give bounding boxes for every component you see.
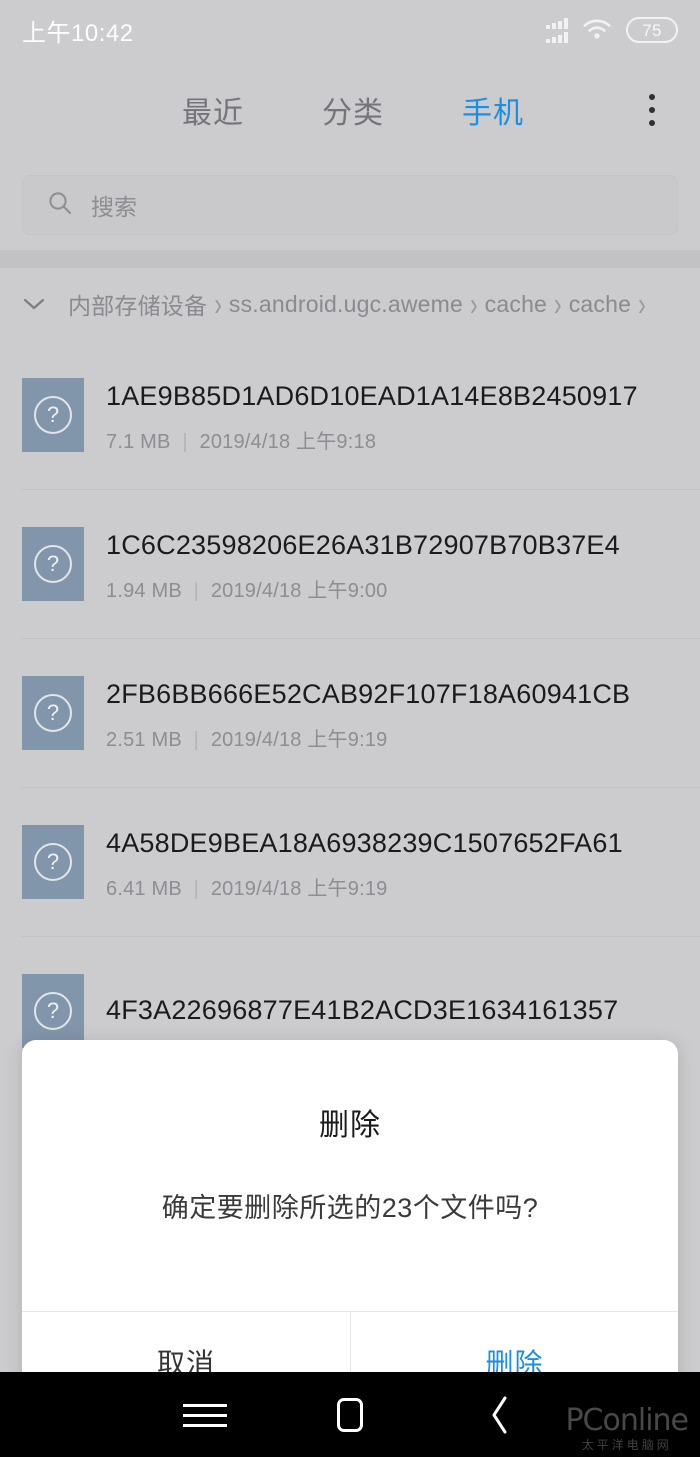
file-size: 2.51 MB xyxy=(106,728,182,751)
watermark-main: PConline xyxy=(565,1403,689,1438)
back-chevron-icon[interactable] xyxy=(470,1390,530,1440)
table-row[interactable]: ? 1AE9B85D1AD6D10EAD1A14E8B2450917 7.1 M… xyxy=(0,340,700,489)
tab-category[interactable]: 分类 xyxy=(322,88,384,132)
file-meta: 7.1 MB | 2019/4/18 上午9:18 xyxy=(106,425,678,454)
dialog-message: 确定要删除所选的23个文件吗? xyxy=(161,1193,539,1223)
search-input[interactable]: 搜索 xyxy=(22,175,678,235)
tab-bar: 最近 分类 手机 xyxy=(0,60,700,160)
section-divider xyxy=(0,250,700,268)
search-icon xyxy=(47,190,73,221)
system-nav-bar: PConline 太平洋电脑网 xyxy=(0,1372,700,1457)
battery-icon: 75 xyxy=(626,17,678,43)
file-name: 2FB6BB666E52CAB92F107F18A60941CB xyxy=(106,678,631,709)
meta-separator: | xyxy=(193,877,200,900)
file-meta: 6.41 MB | 2019/4/18 上午9:19 xyxy=(106,872,678,901)
tab-recent[interactable]: 最近 xyxy=(182,88,244,132)
file-date: 2019/4/18 上午9:19 xyxy=(210,877,388,900)
file-list[interactable]: ? 1AE9B85D1AD6D10EAD1A14E8B2450917 7.1 M… xyxy=(0,340,700,1060)
chevron-down-icon[interactable] xyxy=(14,284,54,324)
watermark-sub: 太平洋电脑网 xyxy=(581,1438,672,1452)
signal-bars-icon xyxy=(546,17,568,43)
meta-separator: | xyxy=(182,430,188,453)
file-size: 1.94 MB xyxy=(106,579,182,602)
file-name: 4A58DE9BEA18A6938239C1507652FA61 xyxy=(106,827,623,858)
battery-level: 75 xyxy=(642,20,662,40)
breadcrumb-item-3[interactable]: cache xyxy=(569,291,631,318)
breadcrumb-separator: › xyxy=(554,284,562,323)
home-icon[interactable] xyxy=(320,1390,380,1440)
file-date: 2019/4/18 上午9:19 xyxy=(210,728,388,751)
unknown-file-icon: ? xyxy=(22,824,84,899)
search-section: 搜索 xyxy=(0,160,700,250)
file-name: 1C6C23598206E26A31B72907B70B37E4 xyxy=(106,529,620,560)
file-meta: 2.51 MB | 2019/4/18 上午9:19 xyxy=(106,723,678,752)
breadcrumb-separator: › xyxy=(470,284,478,323)
watermark: PConline 太平洋电脑网 xyxy=(565,1403,689,1452)
meta-separator: | xyxy=(193,728,200,751)
more-vertical-icon[interactable] xyxy=(634,90,670,130)
phone-screen: 上午10:42 75 最近 分类 手机 搜索 内部存储设备 › ss.andro… xyxy=(0,0,700,1457)
breadcrumb-separator-trailing: › xyxy=(638,284,646,323)
wifi-icon xyxy=(582,19,612,41)
delete-confirm-dialog: 删除 确定要删除所选的23个文件吗? 取消 删除 xyxy=(22,1040,678,1411)
breadcrumb-item-1[interactable]: ss.android.ugc.aweme xyxy=(229,291,463,318)
breadcrumb-separator: › xyxy=(214,284,222,323)
table-row[interactable]: ? 2FB6BB666E52CAB92F107F18A60941CB 2.51 … xyxy=(0,638,700,787)
unknown-file-icon: ? xyxy=(22,973,84,1048)
status-bar: 上午10:42 75 xyxy=(0,0,700,60)
table-row[interactable]: ? 4A58DE9BEA18A6938239C1507652FA61 6.41 … xyxy=(0,787,700,936)
unknown-file-icon: ? xyxy=(22,675,84,750)
file-date: 2019/4/18 上午9:18 xyxy=(199,430,377,453)
dialog-title: 删除 xyxy=(319,1109,381,1142)
unknown-file-icon: ? xyxy=(22,377,84,452)
status-icons: 75 xyxy=(546,17,678,43)
breadcrumb-item-0[interactable]: 内部存储设备 xyxy=(68,287,207,321)
file-size: 7.1 MB xyxy=(106,430,171,453)
file-name: 1AE9B85D1AD6D10EAD1A14E8B2450917 xyxy=(106,380,638,411)
file-size: 6.41 MB xyxy=(106,877,182,900)
breadcrumb: 内部存储设备 › ss.android.ugc.aweme › cache › … xyxy=(0,268,700,340)
tab-phone[interactable]: 手机 xyxy=(462,88,524,132)
meta-separator: | xyxy=(193,579,200,602)
file-meta: 1.94 MB | 2019/4/18 上午9:00 xyxy=(106,574,678,603)
status-time: 上午10:42 xyxy=(22,19,134,47)
breadcrumb-item-2[interactable]: cache xyxy=(485,291,547,318)
search-placeholder: 搜索 xyxy=(91,194,137,220)
menu-icon[interactable] xyxy=(175,1390,235,1440)
file-date: 2019/4/18 上午9:00 xyxy=(210,579,388,602)
unknown-file-icon: ? xyxy=(22,526,84,601)
file-name: 4F3A22696877E41B2ACD3E1634161357 xyxy=(106,995,619,1025)
table-row[interactable]: ? 1C6C23598206E26A31B72907B70B37E4 1.94 … xyxy=(0,489,700,638)
